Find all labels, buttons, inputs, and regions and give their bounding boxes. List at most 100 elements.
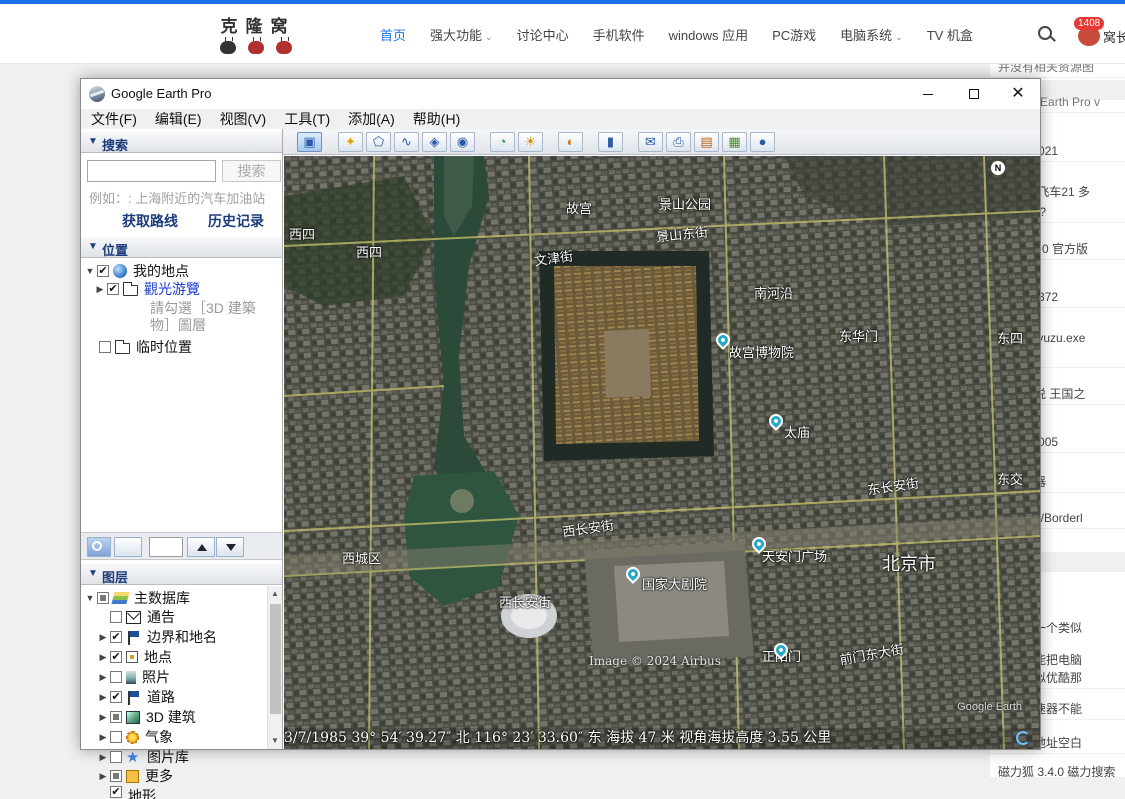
path-icon: ∿ <box>401 134 412 149</box>
layer-gallery[interactable]: ▶ ★ 图片库 <box>98 747 189 767</box>
checkbox[interactable]: ✔ <box>110 786 122 798</box>
expand-triangle-icon[interactable]: ▶ <box>98 632 108 643</box>
add-placemark-button[interactable]: ✦ <box>338 132 363 152</box>
layer-terrain[interactable]: ✔ 地形 <box>98 786 156 799</box>
checkbox[interactable]: ✔ <box>97 265 109 277</box>
tree-sightseeing[interactable]: ▶ ✔ 觀光游覽 <box>95 279 200 299</box>
expand-triangle-icon[interactable]: ▶ <box>98 692 108 703</box>
add-polygon-button[interactable]: ⬠ <box>366 132 391 152</box>
historical-imagery-button[interactable]: ◔ <box>490 132 515 152</box>
menu-view[interactable]: 视图(V) <box>220 109 267 129</box>
print-button[interactable]: ⎙ <box>666 132 691 152</box>
layer-roads[interactable]: ▶ ✔ 道路 <box>98 687 175 707</box>
sidebar-toggle-button[interactable]: ▣ <box>297 132 322 152</box>
toggle-panel-button[interactable] <box>114 537 142 557</box>
scrollbar-thumb[interactable] <box>270 604 281 714</box>
scroll-up-icon[interactable]: ▲ <box>271 589 279 598</box>
compass-north-icon[interactable]: N <box>991 161 1005 175</box>
layer-borders[interactable]: ▶ ✔ 边界和地名 <box>98 627 217 647</box>
checkbox[interactable]: ✔ <box>110 691 122 703</box>
close-button[interactable]: ✕ <box>995 79 1041 109</box>
list-item[interactable]: 并没有相关资源图 <box>990 64 1125 78</box>
search-panel-header[interactable]: ▼ 搜索 <box>81 131 282 153</box>
expand-triangle-icon[interactable]: ▶ <box>98 771 108 782</box>
sunlight-button[interactable]: ☀ <box>518 132 543 152</box>
nav-features[interactable]: 强大功能 ⌄ <box>430 25 493 44</box>
checkbox[interactable] <box>110 751 122 763</box>
layer-weather[interactable]: ▶ 气象 <box>98 727 173 747</box>
menu-tools[interactable]: 工具(T) <box>284 109 330 129</box>
earth-3d-view[interactable]: N 西四 西四 文津街 故宫 景山公园 景山东街 南河沿 东华门 故宫博物院 太… <box>284 156 1040 749</box>
google-earth-window: Google Earth Pro ✕ 文件(F) 编辑(E) 视图(V) 工具(… <box>80 78 1041 799</box>
email-button[interactable]: ✉ <box>638 132 663 152</box>
checkbox[interactable]: ✔ <box>110 631 122 643</box>
maximize-button[interactable] <box>951 79 997 109</box>
nav-windows[interactable]: windows 应用 <box>669 25 748 44</box>
checkbox[interactable] <box>97 592 109 604</box>
menu-file[interactable]: 文件(F) <box>91 109 137 129</box>
move-down-button[interactable] <box>216 537 244 557</box>
menu-edit[interactable]: 编辑(E) <box>155 109 202 129</box>
expand-triangle-icon[interactable]: ▶ <box>98 652 108 663</box>
nav-pcgames[interactable]: PC游戏 <box>772 25 816 44</box>
layer-places[interactable]: ▶ ✔ 地点 <box>98 647 172 667</box>
checkbox[interactable]: ✔ <box>110 651 122 663</box>
nav-systems[interactable]: 电脑系统 ⌄ <box>840 25 903 44</box>
layer-announcements[interactable]: 通告 <box>98 607 175 627</box>
checkbox[interactable] <box>110 731 122 743</box>
tree-my-places[interactable]: ▼ ✔ 我的地点 <box>85 261 189 281</box>
page-field[interactable] <box>149 537 183 557</box>
scroll-down-icon[interactable]: ▼ <box>271 736 279 745</box>
ruler-button[interactable]: ▮ <box>598 132 623 152</box>
planets-button[interactable]: ◐ <box>558 132 583 152</box>
add-path-button[interactable]: ∿ <box>394 132 419 152</box>
search-input[interactable] <box>87 160 216 182</box>
places-panel-header[interactable]: ▼ 位置 <box>81 236 282 258</box>
user-name[interactable]: 窝长 <box>1103 27 1125 46</box>
tree-temp-places[interactable]: 临时位置 <box>99 337 192 357</box>
layers-scrollbar[interactable]: ▲ ▼ <box>267 586 282 749</box>
nav-discussion[interactable]: 讨论中心 <box>517 25 569 44</box>
save-image-button[interactable]: ▤ <box>694 132 719 152</box>
nav-home[interactable]: 首页 <box>380 25 406 44</box>
menu-help[interactable]: 帮助(H) <box>413 109 460 129</box>
collapse-triangle-icon[interactable]: ▼ <box>85 266 95 276</box>
move-up-button[interactable] <box>187 537 215 557</box>
checkbox[interactable] <box>110 611 122 623</box>
site-logo[interactable]: 克隆窝 <box>218 12 298 60</box>
expand-triangle-icon[interactable]: ▶ <box>98 712 108 723</box>
layer-3d-buildings[interactable]: ▶ 3D 建筑 <box>98 707 196 727</box>
collapse-triangle-icon[interactable]: ▼ <box>85 593 95 603</box>
minimize-button[interactable] <box>905 79 951 109</box>
checkbox[interactable] <box>99 341 111 353</box>
layer-more[interactable]: ▶ 更多 <box>98 767 173 785</box>
search-icon[interactable] <box>1038 26 1052 40</box>
get-directions-link[interactable]: 获取路线 <box>122 211 178 231</box>
expand-triangle-icon[interactable]: ▶ <box>95 284 105 295</box>
earth-view-button[interactable]: ● <box>750 132 775 152</box>
record-tour-button[interactable]: ◉ <box>450 132 475 152</box>
nav-tv[interactable]: TV 机盒 <box>927 25 973 44</box>
menu-add[interactable]: 添加(A) <box>348 109 395 129</box>
layer-primary-db[interactable]: ▼ 主数据库 <box>85 588 190 608</box>
close-icon: ✕ <box>1011 85 1025 102</box>
expand-triangle-icon[interactable]: ▶ <box>98 752 108 763</box>
view-in-maps-button[interactable]: ▦ <box>722 132 747 152</box>
add-overlay-button[interactable]: ◈ <box>422 132 447 152</box>
expand-triangle-icon[interactable]: ▶ <box>98 732 108 743</box>
layer-photos[interactable]: ▶ 照片 <box>98 667 170 687</box>
search-places-button[interactable] <box>87 537 111 557</box>
checkbox[interactable] <box>110 770 122 782</box>
checkbox[interactable] <box>110 711 122 723</box>
google-earth-icon <box>89 86 105 102</box>
history-link[interactable]: 历史记录 <box>208 211 264 231</box>
minimize-icon <box>923 93 933 95</box>
layers-panel-header[interactable]: ▼ 图层 <box>81 563 282 585</box>
nav-mobile[interactable]: 手机软件 <box>593 25 645 44</box>
search-button[interactable]: 搜索 <box>222 160 281 182</box>
expand-triangle-icon[interactable]: ▶ <box>98 672 108 683</box>
checkbox[interactable]: ✔ <box>107 283 119 295</box>
checkbox[interactable] <box>110 671 122 683</box>
title-bar[interactable]: Google Earth Pro ✕ <box>81 79 1040 109</box>
list-item[interactable]: 磁力狐 3.4.0 磁力搜索 <box>990 763 1125 777</box>
